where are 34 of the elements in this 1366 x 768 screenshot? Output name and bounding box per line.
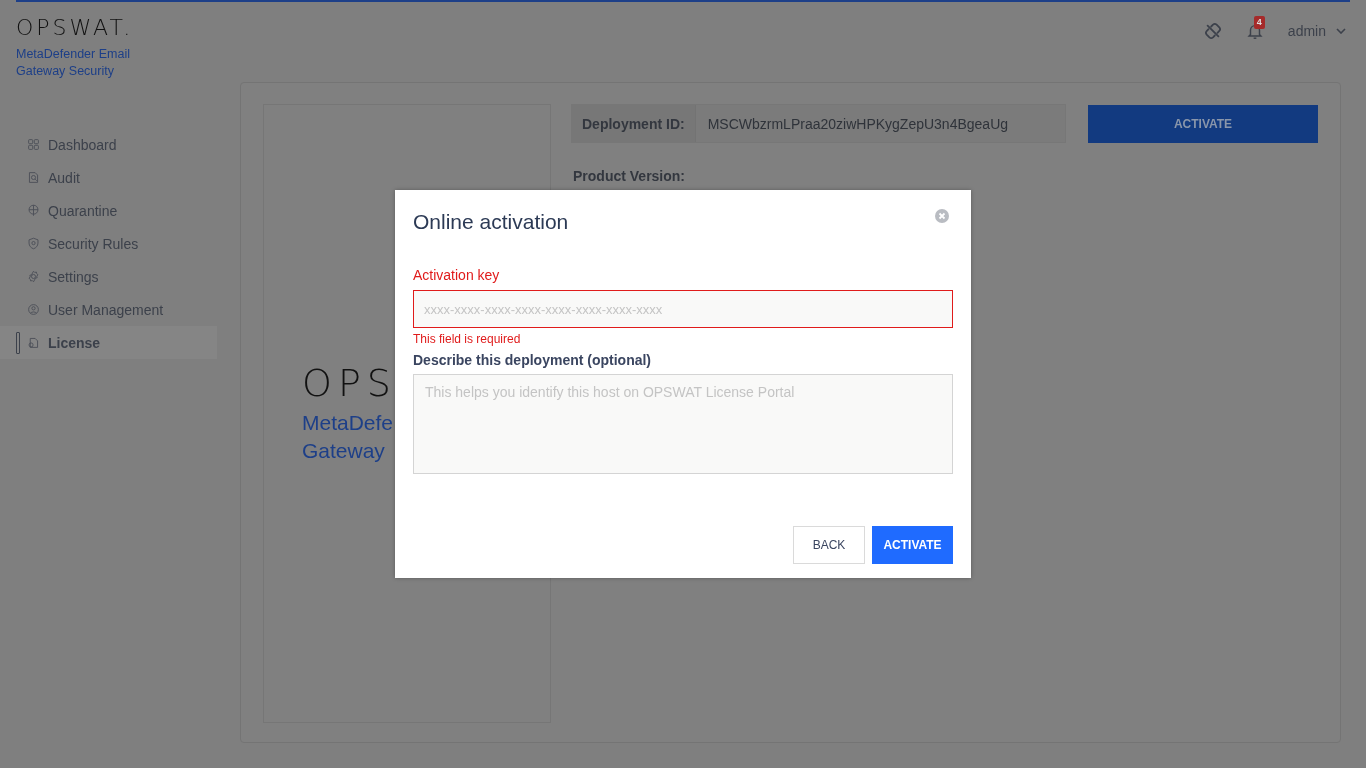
user-menu[interactable]: admin — [1287, 23, 1346, 39]
close-icon[interactable] — [935, 209, 949, 223]
sidebar-item[interactable]: Audit — [0, 161, 217, 194]
product-name: MetaDefender Email Gateway Security — [16, 46, 131, 80]
dialog-title: Online activation — [413, 209, 569, 235]
sidebar-item[interactable]: Quarantine — [0, 194, 217, 227]
back-button[interactable]: BACK — [793, 526, 865, 564]
sidebar-item[interactable]: License — [0, 326, 217, 359]
product-name: Gateway — [302, 437, 385, 464]
user-icon — [27, 303, 40, 316]
unlink-icon[interactable] — [1203, 22, 1222, 40]
chevron-down-icon — [1336, 28, 1346, 34]
shield-icon — [27, 237, 40, 250]
settings-icon — [27, 270, 40, 283]
globe-icon — [27, 204, 40, 217]
deployment-id-label: Deployment ID: — [572, 105, 696, 142]
product-version-label: Product Version: — [572, 168, 687, 184]
sidebar-item[interactable]: User Management — [0, 293, 217, 326]
activate-button[interactable]: ACTIVATE — [872, 526, 953, 564]
deployment-id-value: MSCWbzrmLPraa20ziwHPKygZepU3n4BgeaUg — [706, 114, 1010, 134]
document-icon — [27, 336, 40, 349]
description-label: Describe this deployment (optional) — [413, 351, 653, 369]
activate-button[interactable]: ACTIVATE — [1088, 104, 1318, 143]
error-message: This field is required — [413, 332, 522, 347]
brand-logo: OPSWAT. — [16, 16, 135, 40]
activation-key-label: Activation key — [413, 266, 501, 284]
brand-logo: OPS — [302, 362, 397, 403]
sidebar-item[interactable]: Dashboard — [0, 128, 217, 161]
notification-count: 4 — [1253, 16, 1265, 29]
document-icon — [27, 171, 40, 184]
grid-icon — [27, 138, 40, 151]
product-name: MetaDefe — [302, 409, 394, 436]
sidebar-item[interactable]: Security Rules — [0, 227, 217, 260]
sidebar-item[interactable]: Settings — [0, 260, 217, 293]
